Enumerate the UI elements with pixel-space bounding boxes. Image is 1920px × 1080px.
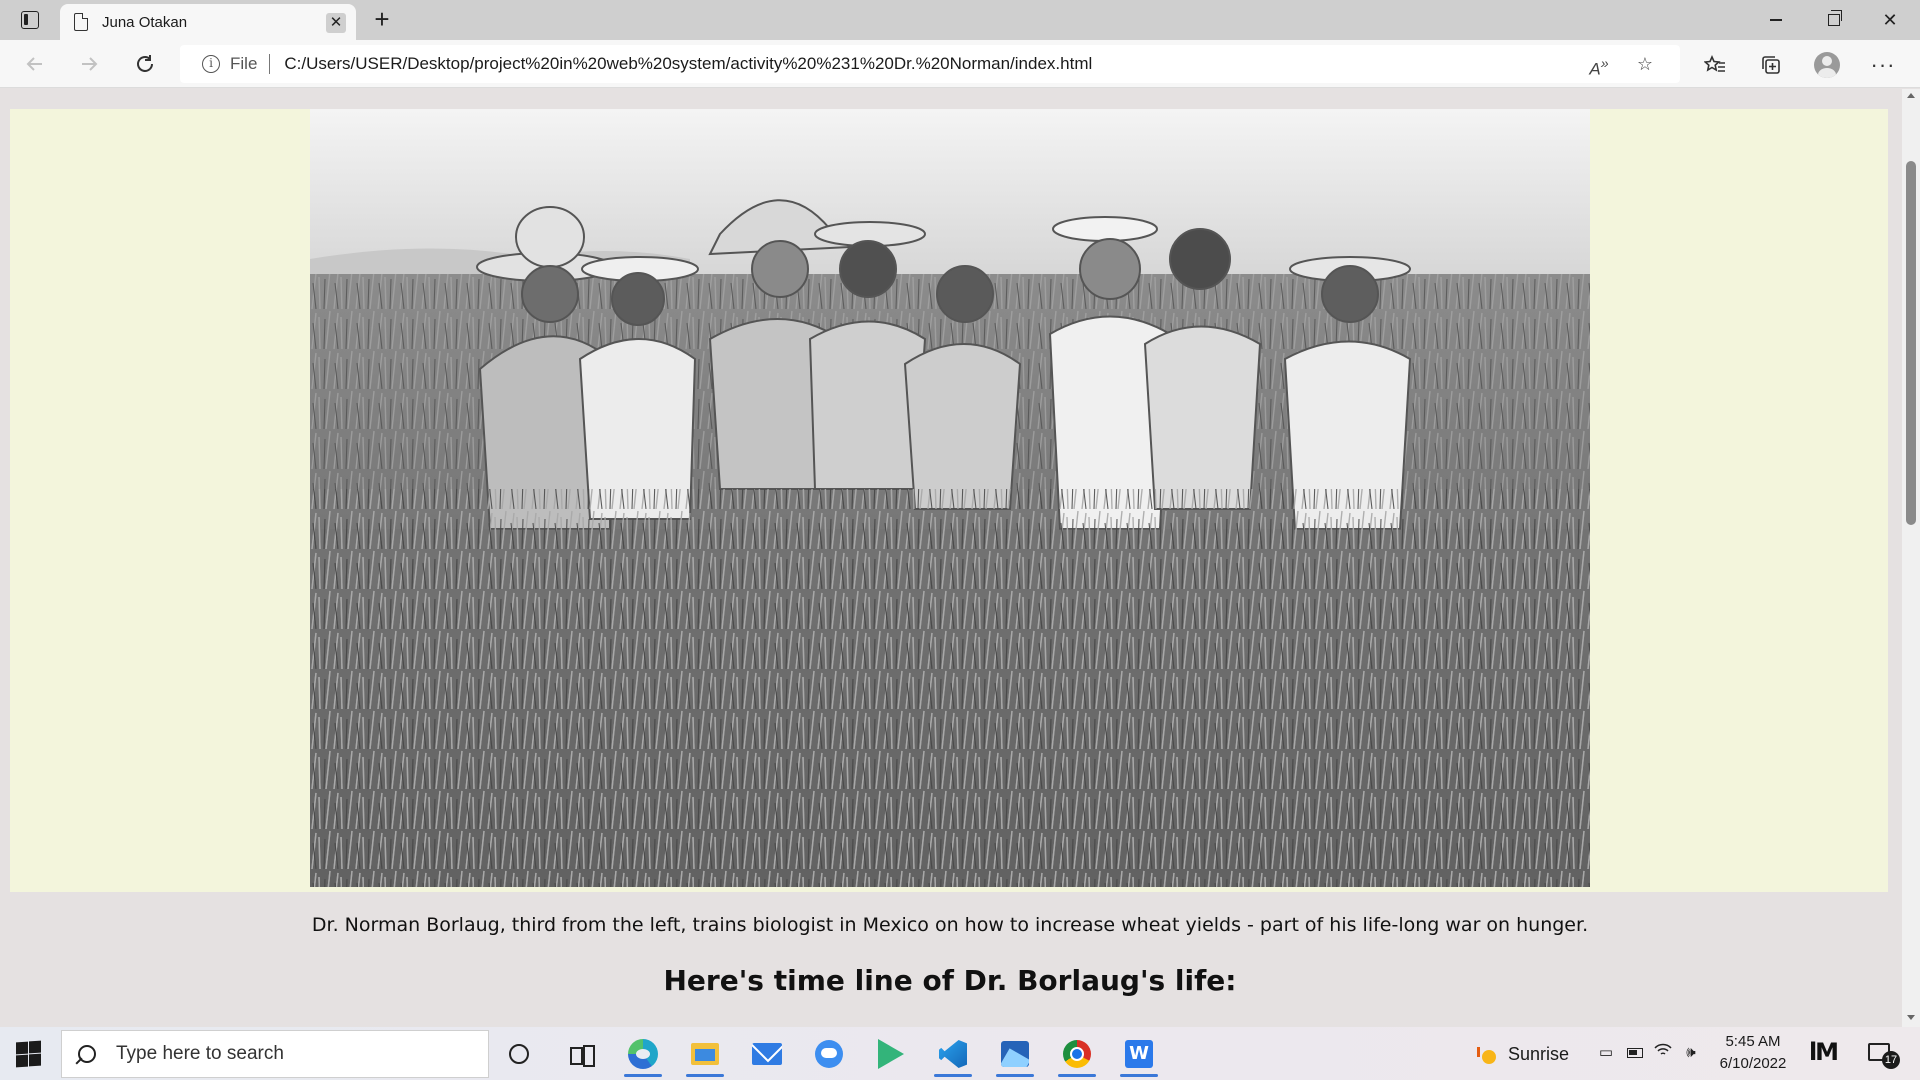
document-icon [74, 13, 88, 31]
windows-taskbar: Type here to search W Sunrise ▭ 🕪 5:45 A… [0, 1027, 1920, 1080]
weather-widget[interactable]: Sunrise [1477, 1039, 1570, 1069]
browser-tab-active[interactable]: Juna Otakan ✕ [60, 4, 356, 40]
word-icon[interactable]: W [1114, 1031, 1164, 1077]
meet-now-icon[interactable]: ▭ [1596, 1041, 1616, 1065]
task-view-icon[interactable] [556, 1031, 606, 1077]
scroll-down-icon[interactable] [1907, 1015, 1915, 1020]
pinned-lm-app-icon[interactable]: lM [1808, 1037, 1839, 1067]
clock-time: 5:45 AM [1725, 1033, 1781, 1050]
browser-title-bar: Juna Otakan ✕ + ✕ [0, 0, 1920, 40]
photo-caption: Dr. Norman Borlaug, third from the left,… [311, 914, 1589, 936]
refresh-button[interactable] [128, 48, 162, 80]
tab-title: Juna Otakan [102, 13, 188, 31]
chrome-icon[interactable] [1052, 1031, 1102, 1077]
tab-actions-icon[interactable] [14, 8, 46, 32]
wheat-field-photo [310, 109, 1590, 887]
back-button[interactable] [18, 48, 52, 80]
protocol-label: File [230, 54, 258, 73]
read-aloud-icon[interactable]: A» [1586, 52, 1612, 79]
restore-icon [1828, 10, 1842, 26]
vscode-icon[interactable] [928, 1031, 978, 1077]
messenger-icon[interactable] [804, 1031, 854, 1077]
url-text[interactable]: C:/Users/USER/Desktop/project%20in%20web… [284, 54, 1092, 74]
new-tab-button[interactable]: + [368, 6, 396, 34]
search-icon [78, 1045, 96, 1063]
mail-icon[interactable] [742, 1031, 792, 1077]
windows-start-icon[interactable] [14, 1040, 42, 1068]
favorites-icon[interactable] [1700, 50, 1730, 80]
search-placeholder: Type here to search [116, 1043, 284, 1064]
cortana-icon[interactable] [494, 1031, 544, 1077]
notification-count-badge: 17 [1882, 1051, 1900, 1069]
google-play-icon[interactable] [866, 1031, 916, 1077]
battery-icon[interactable] [1624, 1041, 1646, 1065]
refresh-icon [137, 55, 153, 72]
system-clock[interactable]: 5:45 AM 6/10/2022 [1712, 1031, 1794, 1075]
notification-center-icon[interactable]: 17 [1866, 1039, 1900, 1069]
close-window-button[interactable]: ✕ [1862, 0, 1918, 40]
web-page: Dr. Norman Borlaug, third from the left,… [0, 89, 1902, 1027]
file-explorer-icon[interactable] [680, 1031, 730, 1077]
arrow-left-icon [26, 57, 42, 71]
forward-button[interactable] [72, 48, 106, 80]
address-bar[interactable]: i File C:/Users/USER/Desktop/project%20i… [180, 45, 1680, 83]
collections-icon-glyph [1762, 56, 1780, 74]
arrow-right-icon [82, 57, 98, 71]
scroll-up-icon[interactable] [1907, 93, 1915, 98]
timeline-heading: Here's time line of Dr. Borlaug's life: [663, 964, 1237, 997]
favorites-icon-glyph [1704, 55, 1725, 72]
edge-app-icon[interactable] [618, 1031, 668, 1077]
weather-label: Sunrise [1508, 1043, 1570, 1064]
restore-button[interactable] [1806, 0, 1862, 40]
photos-icon[interactable] [990, 1031, 1040, 1077]
profile-icon[interactable] [1812, 50, 1842, 80]
taskbar-search-box[interactable]: Type here to search [61, 1030, 489, 1078]
clock-date: 6/10/2022 [1719, 1055, 1787, 1072]
sunrise-icon [1477, 1044, 1498, 1064]
wifi-icon[interactable] [1652, 1041, 1674, 1065]
page-scrollbar[interactable] [1902, 89, 1920, 1027]
scroll-thumb[interactable] [1906, 161, 1916, 525]
volume-icon[interactable]: 🕪 [1680, 1041, 1702, 1065]
tab-close-icon[interactable]: ✕ [326, 13, 346, 33]
star-plus-icon[interactable]: ☆ [1632, 52, 1658, 76]
address-separator [269, 54, 271, 74]
hero-photo-borlaug-wheat-field [310, 109, 1590, 887]
wifi-icon-glyph [1654, 1043, 1672, 1055]
more-icon[interactable]: ··· [1868, 50, 1898, 80]
browser-toolbar: i File C:/Users/USER/Desktop/project%20i… [0, 40, 1920, 88]
collections-icon[interactable] [1756, 50, 1786, 80]
minimize-button[interactable] [1748, 0, 1804, 40]
minimize-icon [1770, 19, 1782, 21]
info-icon[interactable]: i [202, 55, 220, 73]
